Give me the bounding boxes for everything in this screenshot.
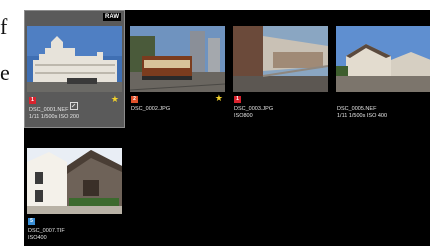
file-name: DSC_0007.TIF xyxy=(28,228,65,234)
file-name: DSC_0005.NEF xyxy=(337,106,377,112)
background-text: e xyxy=(0,60,10,85)
rating-star-icon: ★ xyxy=(110,94,119,104)
rating-star-icon: ★ xyxy=(214,93,223,103)
thumbnail-browser: RAW 1 ★ DSC_0001.NEF 1/11 1/500s ISO 200 xyxy=(24,10,430,246)
thumbnail-card[interactable]: 1 DSC_0003.JPG ISO800 xyxy=(230,10,331,128)
thumbnail-card[interactable]: 5 DSC_0007.TIF ISO400 xyxy=(24,132,125,246)
file-name: DSC_0002.JPG xyxy=(131,106,171,112)
thumbnail-card[interactable]: 2 ★ DSC_0002.JPG xyxy=(127,10,228,128)
file-info: ISO400 xyxy=(28,235,47,241)
thumbnail-image[interactable] xyxy=(27,26,122,92)
file-info: 1/11 1/500s ISO 400 xyxy=(337,113,388,119)
color-label-badge: 1 xyxy=(29,97,36,104)
thumbnail-image[interactable] xyxy=(27,148,122,214)
thumbnail-card[interactable]: RAW 1 ★ DSC_0001.NEF 1/11 1/500s ISO 200 xyxy=(24,10,125,128)
thumbnail-image[interactable] xyxy=(233,26,328,92)
file-name: DSC_0003.JPG xyxy=(234,106,274,112)
thumbnail-image[interactable] xyxy=(336,26,430,92)
raw-format-tag: RAW xyxy=(103,13,121,21)
file-info: ISO800 xyxy=(234,113,253,119)
file-info: 1/11 1/500s ISO 200 xyxy=(29,114,80,120)
background-text: f xyxy=(0,14,8,39)
color-label-badge: 5 xyxy=(28,218,35,225)
thumbnail-card[interactable]: DSC_0005.NEF 1/11 1/500s ISO 400 xyxy=(333,10,430,128)
thumbnail-image[interactable] xyxy=(130,26,225,92)
color-label-badge: 1 xyxy=(234,96,241,103)
file-name: DSC_0001.NEF xyxy=(29,107,69,113)
color-label-badge: 2 xyxy=(131,96,138,103)
edit-icon xyxy=(70,97,78,110)
